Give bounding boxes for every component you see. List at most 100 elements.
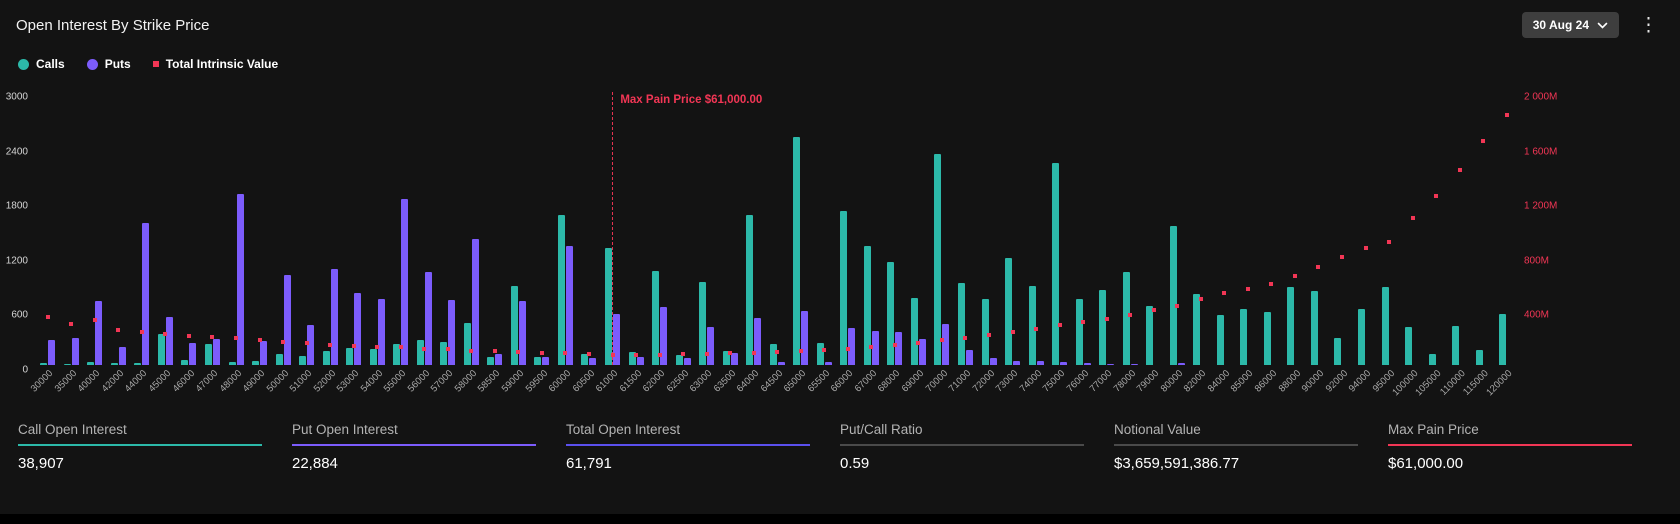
intrinsic-value-dot[interactable] [658,353,662,357]
calls-bar[interactable] [1193,294,1200,365]
puts-bar[interactable] [119,347,126,365]
calls-bar[interactable] [887,262,894,365]
calls-bar[interactable] [558,215,565,365]
puts-bar[interactable] [1037,361,1044,365]
puts-bar[interactable] [566,246,573,365]
intrinsic-value-dot[interactable] [799,349,803,353]
chart-area[interactable]: 06001200180024003000 400M800M1 200M1 600… [0,78,1680,408]
puts-bar[interactable] [637,357,644,365]
puts-bar[interactable] [1131,364,1138,365]
intrinsic-value-dot[interactable] [1175,304,1179,308]
intrinsic-value-dot[interactable] [93,318,97,322]
puts-bar[interactable] [542,357,549,365]
calls-bar[interactable] [370,349,377,365]
puts-bar[interactable] [942,324,949,365]
calls-bar[interactable] [1240,309,1247,365]
intrinsic-value-dot[interactable] [1387,240,1391,244]
puts-bar[interactable] [354,293,361,365]
intrinsic-value-dot[interactable] [281,340,285,344]
intrinsic-value-dot[interactable] [328,343,332,347]
calls-bar[interactable] [1452,326,1459,365]
intrinsic-value-dot[interactable] [1034,327,1038,331]
puts-bar[interactable] [48,340,55,365]
expiry-date-selector[interactable]: 30 Aug 24 [1522,12,1619,38]
puts-bar[interactable] [1178,363,1185,365]
intrinsic-value-dot[interactable] [846,347,850,351]
calls-bar[interactable] [1358,309,1365,365]
calls-bar[interactable] [1311,291,1318,365]
intrinsic-value-dot[interactable] [1246,287,1250,291]
calls-bar[interactable] [487,357,494,365]
calls-bar[interactable] [1382,287,1389,365]
puts-bar[interactable] [707,327,714,365]
intrinsic-value-dot[interactable] [305,341,309,345]
puts-bar[interactable] [95,301,102,365]
intrinsic-value-dot[interactable] [163,332,167,336]
puts-bar[interactable] [613,314,620,365]
intrinsic-value-dot[interactable] [352,344,356,348]
calls-bar[interactable] [958,283,965,365]
intrinsic-value-dot[interactable] [1293,274,1297,278]
intrinsic-value-dot[interactable] [681,352,685,356]
calls-bar[interactable] [1170,226,1177,365]
intrinsic-value-dot[interactable] [46,315,50,319]
puts-bar[interactable] [684,358,691,365]
intrinsic-value-dot[interactable] [469,349,473,353]
calls-bar[interactable] [1405,327,1412,365]
intrinsic-value-dot[interactable] [116,328,120,332]
intrinsic-value-dot[interactable] [1340,255,1344,259]
puts-bar[interactable] [72,338,79,365]
intrinsic-value-dot[interactable] [1222,291,1226,295]
calls-bar[interactable] [1029,286,1036,365]
intrinsic-value-dot[interactable] [1152,308,1156,312]
calls-bar[interactable] [1334,338,1341,365]
calls-bar[interactable] [1052,163,1059,365]
intrinsic-value-dot[interactable] [234,336,238,340]
intrinsic-value-dot[interactable] [1199,297,1203,301]
puts-bar[interactable] [589,358,596,365]
legend-item-total-intrinsic-value[interactable]: Total Intrinsic Value [153,57,278,71]
puts-bar[interactable] [260,341,267,365]
intrinsic-value-dot[interactable] [893,343,897,347]
intrinsic-value-dot[interactable] [69,322,73,326]
intrinsic-value-dot[interactable] [705,352,709,356]
calls-bar[interactable] [534,357,541,365]
puts-bar[interactable] [801,311,808,365]
intrinsic-value-dot[interactable] [493,349,497,353]
puts-bar[interactable] [990,358,997,365]
intrinsic-value-dot[interactable] [1458,168,1462,172]
calls-bar[interactable] [793,137,800,365]
puts-bar[interactable] [166,317,173,365]
calls-bar[interactable] [40,363,47,365]
intrinsic-value-dot[interactable] [963,336,967,340]
puts-bar[interactable] [448,300,455,365]
calls-bar[interactable] [64,364,71,365]
puts-bar[interactable] [1013,361,1020,365]
calls-bar[interactable] [323,351,330,365]
intrinsic-value-dot[interactable] [516,350,520,354]
horizontal-scrollbar[interactable] [0,514,1680,524]
calls-bar[interactable] [181,360,188,365]
calls-bar[interactable] [87,362,94,365]
puts-bar[interactable] [495,354,502,365]
puts-bar[interactable] [213,339,220,365]
calls-bar[interactable] [746,215,753,365]
calls-bar[interactable] [111,363,118,365]
puts-bar[interactable] [189,343,196,365]
calls-bar[interactable] [134,363,141,365]
calls-bar[interactable] [346,348,353,365]
intrinsic-value-dot[interactable] [587,352,591,356]
puts-bar[interactable] [378,299,385,365]
calls-bar[interactable] [605,248,612,365]
intrinsic-value-dot[interactable] [210,335,214,339]
intrinsic-value-dot[interactable] [446,347,450,351]
intrinsic-value-dot[interactable] [1364,246,1368,250]
intrinsic-value-dot[interactable] [1081,320,1085,324]
calls-bar[interactable] [299,356,306,365]
calls-bar[interactable] [229,362,236,365]
intrinsic-value-dot[interactable] [940,338,944,342]
calls-bar[interactable] [464,323,471,365]
intrinsic-value-dot[interactable] [728,351,732,355]
puts-bar[interactable] [895,332,902,365]
calls-bar[interactable] [252,361,259,365]
